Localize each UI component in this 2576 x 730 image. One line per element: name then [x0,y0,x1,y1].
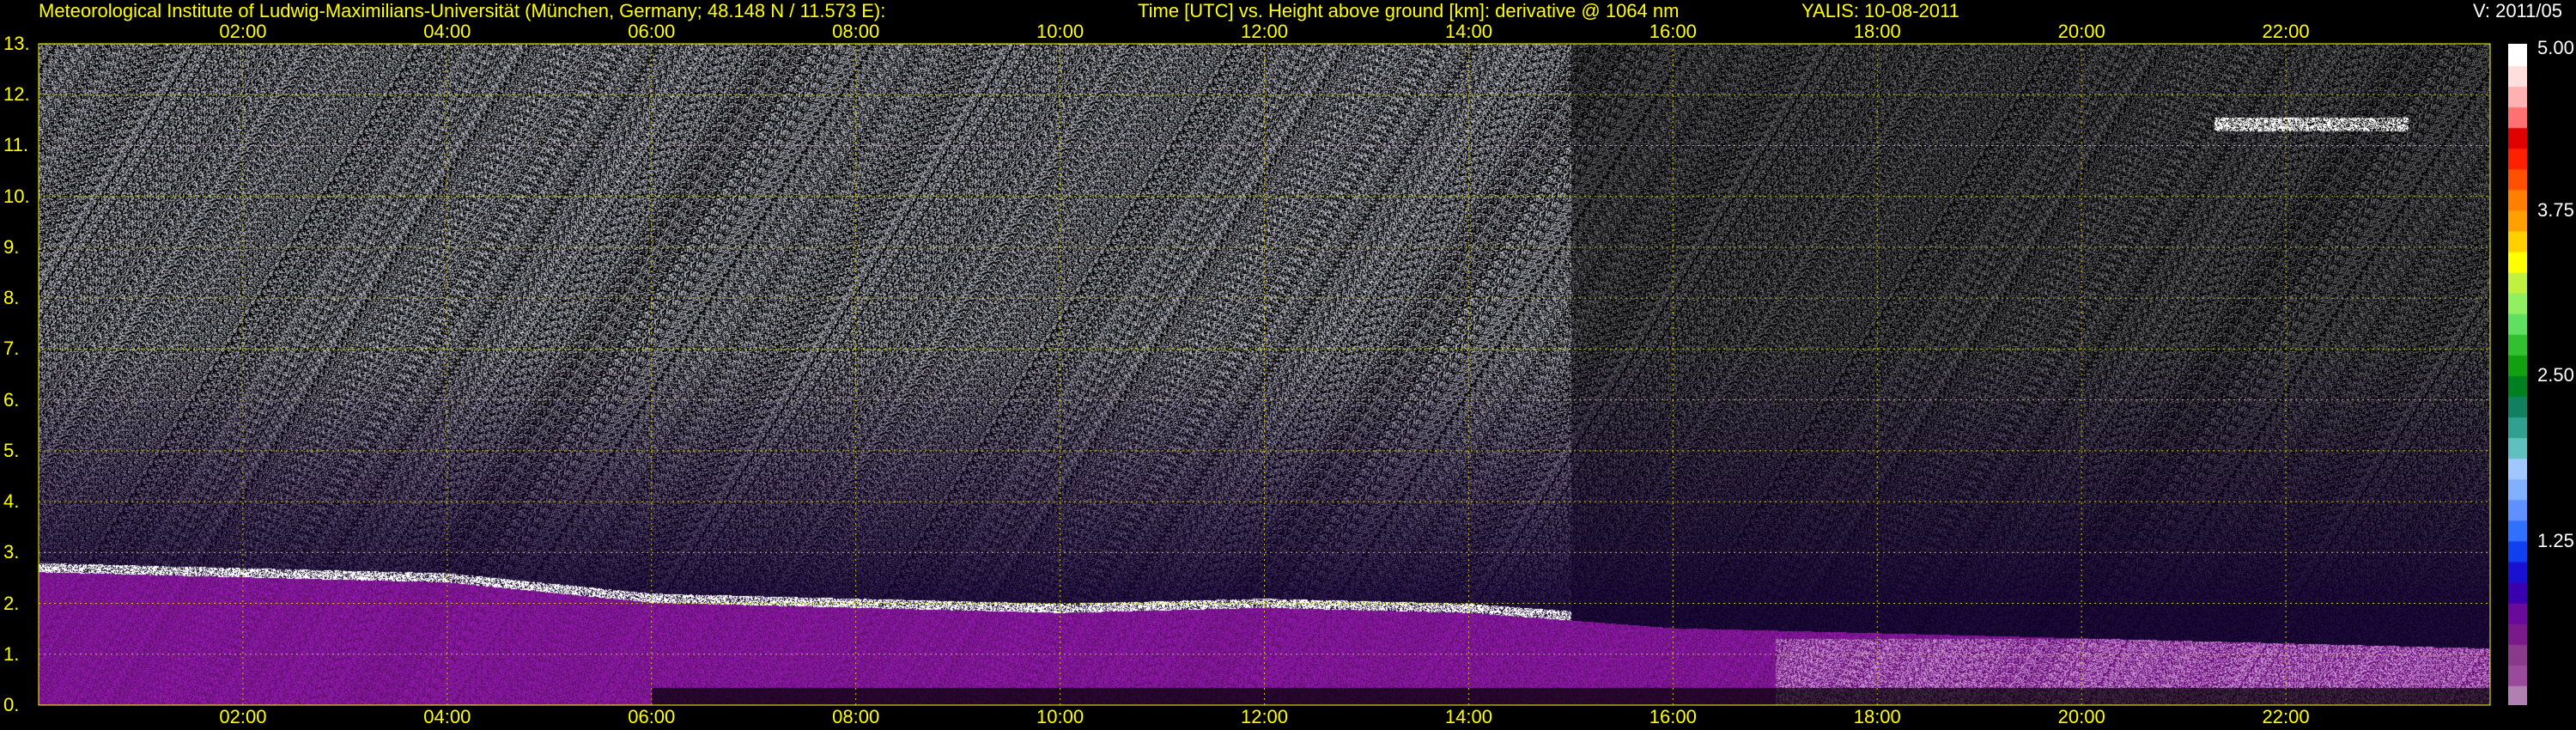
x-tick-label-top: 10:00 [1036,21,1084,42]
colorbar-tick-label: 2.50 [2537,364,2574,386]
x-tick-label-bottom: 12:00 [1240,706,1289,727]
x-tick-label-top: 20:00 [2057,21,2105,42]
y-tick-label: 9. [3,235,20,258]
x-tick-label-bottom: 14:00 [1444,706,1492,727]
x-tick-label-bottom: 10:00 [1036,706,1084,727]
colorbar [2508,44,2527,705]
x-tick-label-bottom: 04:00 [423,706,471,727]
y-tick-label: 1. [3,642,20,665]
lidar-heatmap [39,44,2490,705]
y-tick-label: 2. [3,592,20,614]
plot-title: Time [UTC] vs. Height above ground [km]:… [1138,0,1680,21]
y-tick-label: 8. [3,287,20,309]
x-tick-label-bottom: 08:00 [832,706,880,727]
x-tick-label-bottom: 18:00 [1853,706,1901,727]
institute-header: Meteorological Institute of Ludwig-Maxim… [39,0,886,21]
x-tick-label-top: 16:00 [1649,21,1697,42]
x-tick-label-bottom: 20:00 [2057,706,2105,727]
x-tick-label-top: 12:00 [1240,21,1289,42]
x-tick-label-top: 06:00 [628,21,676,42]
x-tick-label-top: 04:00 [423,21,471,42]
y-tick-label: 12. [3,83,30,106]
colorbar-tick-label: 3.75 [2537,198,2574,221]
colorbar-tick-label: 5.00 [2537,37,2574,58]
x-tick-label-top: 08:00 [832,21,880,42]
y-tick-label: 11. [3,134,28,156]
y-tick-label: 0. [3,694,20,715]
x-tick-label-bottom: 02:00 [219,706,267,727]
y-tick-label: 5. [3,439,20,461]
version-label: V: 2011/05 [2473,0,2562,21]
colorbar-tick-label: 1.25 [2537,529,2574,551]
instrument-date: YALIS: 10-08-2011 [1801,0,1959,21]
y-tick-label: 13. [3,33,30,54]
y-tick-label: 7. [3,338,20,360]
y-tick-label: 4. [3,490,20,513]
x-tick-label-top: 02:00 [219,21,267,42]
x-tick-label-bottom: 06:00 [628,706,676,727]
x-tick-label-top: 14:00 [1444,21,1492,42]
x-tick-label-top: 22:00 [2262,21,2310,42]
x-tick-label-bottom: 16:00 [1649,706,1697,727]
x-tick-label-bottom: 22:00 [2262,706,2310,727]
y-tick-label: 6. [3,388,20,411]
y-tick-label: 10. [3,185,30,207]
y-tick-label: 3. [3,541,20,563]
x-tick-label-top: 18:00 [1853,21,1901,42]
